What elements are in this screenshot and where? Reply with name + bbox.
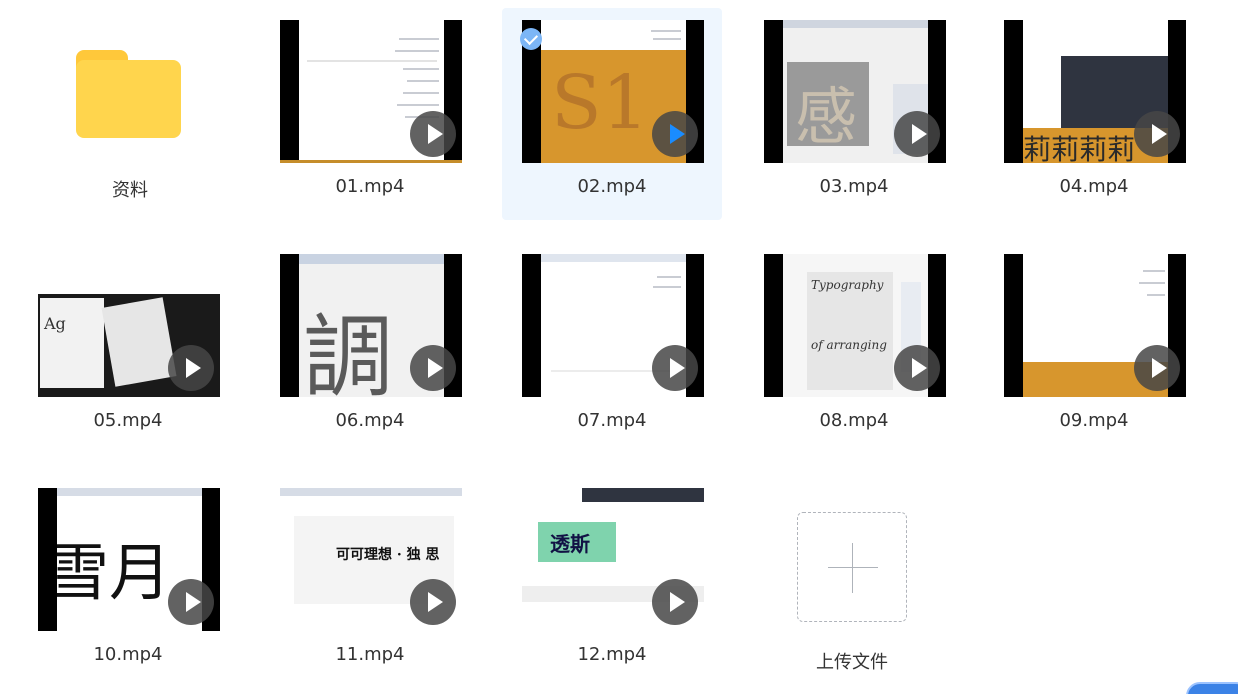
play-icon[interactable] xyxy=(1134,111,1180,157)
plus-icon-v xyxy=(852,543,853,593)
video-item-03[interactable]: 感 03.mp4 xyxy=(744,8,964,220)
video-label: 08.mp4 xyxy=(819,410,889,431)
video-thumbnail xyxy=(280,20,462,163)
play-icon[interactable] xyxy=(652,111,698,157)
video-item-02[interactable]: S1 02.mp4 xyxy=(502,8,722,220)
video-label: 12.mp4 xyxy=(577,644,647,665)
video-label: 04.mp4 xyxy=(1059,176,1129,197)
play-icon[interactable] xyxy=(652,579,698,625)
video-thumbnail: Ag xyxy=(38,254,220,397)
video-label: 01.mp4 xyxy=(335,176,405,197)
video-label: 03.mp4 xyxy=(819,176,889,197)
video-thumbnail: Typography of arranging xyxy=(764,254,946,397)
plus-icon-h xyxy=(828,567,878,568)
video-thumbnail xyxy=(522,254,704,397)
play-icon[interactable] xyxy=(168,345,214,391)
check-icon[interactable] xyxy=(520,28,542,50)
folder-icon xyxy=(76,60,181,138)
play-icon[interactable] xyxy=(894,111,940,157)
floating-widget-icon[interactable] xyxy=(1186,682,1238,694)
video-thumbnail: 雪月 xyxy=(38,488,220,631)
play-icon[interactable] xyxy=(652,345,698,391)
video-thumbnail: 莉莉莉莉 xyxy=(1004,20,1186,163)
video-label: 06.mp4 xyxy=(335,410,405,431)
video-thumbnail: 透斯 xyxy=(522,488,704,631)
video-label: 09.mp4 xyxy=(1059,410,1129,431)
video-label: 11.mp4 xyxy=(335,644,405,665)
play-icon[interactable] xyxy=(894,345,940,391)
video-item-08[interactable]: Typography of arranging 08.mp4 xyxy=(744,242,964,454)
play-icon[interactable] xyxy=(410,579,456,625)
video-item-11[interactable]: 可可理想 · 独 思 11.mp4 xyxy=(260,476,480,688)
folder-label: 资料 xyxy=(112,180,148,201)
video-thumbnail: 調 xyxy=(280,254,462,397)
video-item-06[interactable]: 調 06.mp4 xyxy=(260,242,480,454)
video-label: 05.mp4 xyxy=(93,410,163,431)
video-item-04[interactable]: 莉莉莉莉 04.mp4 xyxy=(984,8,1204,220)
video-item-01[interactable]: 01.mp4 xyxy=(260,8,480,220)
play-icon[interactable] xyxy=(1134,345,1180,391)
video-thumbnail: 可可理想 · 独 思 xyxy=(280,488,462,631)
file-grid: 资料 01.mp4 S1 02.mp4 感 03.mp4 莉莉莉莉 04.mp4… xyxy=(0,0,1238,694)
video-thumbnail: S1 xyxy=(522,20,704,163)
video-item-09[interactable]: 09.mp4 xyxy=(984,242,1204,454)
video-item-07[interactable]: 07.mp4 xyxy=(502,242,722,454)
play-icon[interactable] xyxy=(168,579,214,625)
video-label: 10.mp4 xyxy=(93,644,163,665)
video-label: 07.mp4 xyxy=(577,410,647,431)
upload-button[interactable] xyxy=(797,512,907,622)
video-thumbnail xyxy=(1004,254,1186,397)
upload-label: 上传文件 xyxy=(816,652,888,673)
play-icon[interactable] xyxy=(410,345,456,391)
folder-item[interactable]: 资料 xyxy=(20,8,240,220)
play-icon[interactable] xyxy=(410,111,456,157)
video-item-12[interactable]: 透斯 12.mp4 xyxy=(502,476,722,688)
video-thumbnail: 感 xyxy=(764,20,946,163)
video-label: 02.mp4 xyxy=(577,176,647,197)
video-item-10[interactable]: 雪月 10.mp4 xyxy=(18,476,238,688)
video-item-05[interactable]: Ag 05.mp4 xyxy=(18,242,238,454)
